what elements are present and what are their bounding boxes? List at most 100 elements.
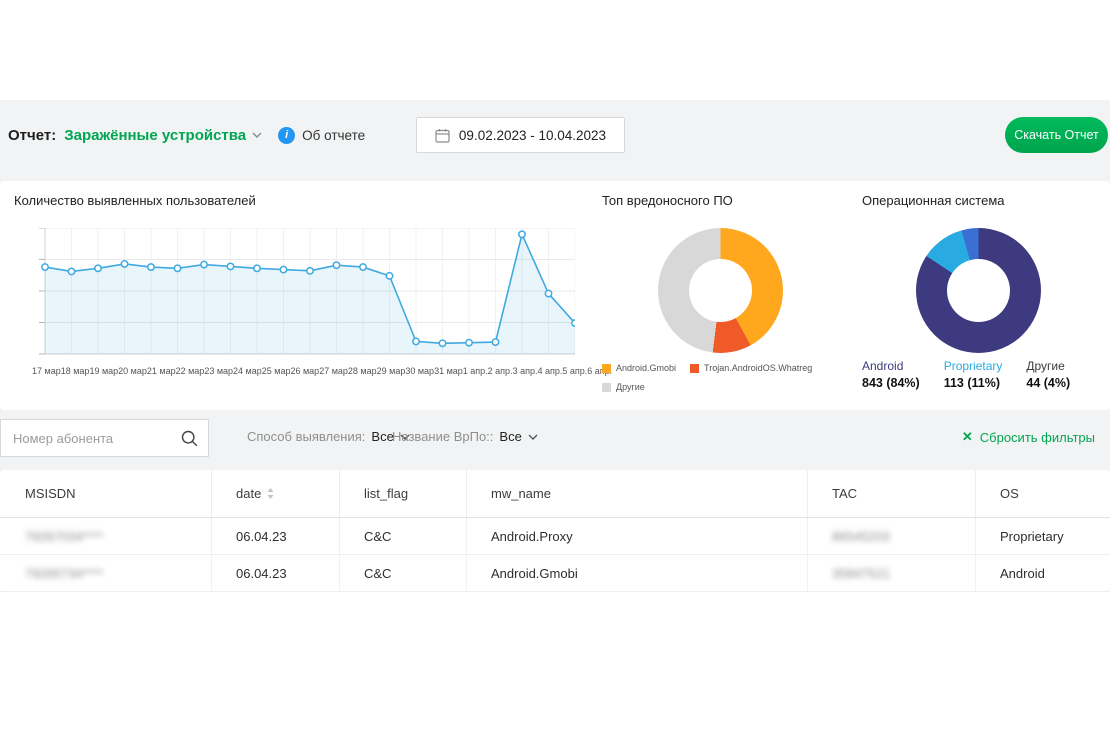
cell-os: Proprietary (976, 518, 1110, 554)
chevron-down-icon (252, 132, 262, 138)
search-icon[interactable] (180, 429, 199, 448)
legend-label: Другие (616, 382, 645, 392)
malware-donut-chart (658, 228, 783, 353)
masked-msisdn: 79267034**** (25, 529, 103, 544)
cell-list-flag: C&C (340, 555, 467, 591)
column-header-label: mw_name (491, 486, 551, 501)
sort-icon (267, 488, 274, 499)
legend-label: Trojan.AndroidOS.Whatreg (704, 363, 812, 373)
os-stat-label: Proprietary (944, 359, 1003, 373)
column-header-label: date (236, 486, 261, 501)
x-axis-label: 22 мар (176, 366, 205, 376)
legend-item: Другие (602, 382, 645, 392)
reset-filters-label: Сбросить фильтры (980, 430, 1095, 445)
legend-label: Android.Gmobi (616, 363, 676, 373)
cell-date: 06.04.23 (212, 555, 340, 591)
filter-label: Способ выявления: (247, 429, 365, 444)
legend-swatch (602, 383, 611, 392)
x-axis-label: 5 апр. (562, 366, 587, 376)
chevron-down-icon (528, 434, 538, 440)
masked-msisdn: 79265734**** (25, 566, 103, 581)
x-axis-label: 2 апр. (488, 366, 513, 376)
x-axis-label: 24 мар (233, 366, 262, 376)
legend-item: Trojan.AndroidOS.Whatreg (690, 363, 812, 373)
table-row: 79265734**** 06.04.23 C&C Android.Gmobi … (0, 555, 1110, 592)
column-header-list-flag: list_flag (340, 470, 467, 517)
x-axis-label: 30 мар (405, 366, 434, 376)
column-header-label: list_flag (364, 486, 408, 501)
malware-legend: Android.Gmobi Trojan.AndroidOS.Whatreg Д… (602, 363, 840, 392)
x-axis-label: 23 мар (204, 366, 233, 376)
x-axis-label: 26 мар (290, 366, 319, 376)
charts-card: Количество выявленных пользователей 17 м… (0, 181, 1110, 410)
column-header-label: TAC (832, 486, 857, 501)
detection-method-filter[interactable]: Способ выявления: Все (247, 429, 410, 444)
table-header-row: MSISDN date list_flag mw_name TAC OS (0, 470, 1110, 518)
x-axis-label: 21 мар (147, 366, 176, 376)
column-header-msisdn: MSISDN (0, 470, 212, 517)
x-axis-label: 27 мар (319, 366, 348, 376)
cell-tac: 86545203 (808, 518, 976, 554)
os-stat: Другие 44 (4%) (1026, 359, 1070, 390)
x-axis-label: 1 апр. (463, 366, 488, 376)
os-stat-value: 44 (4%) (1026, 376, 1070, 390)
infected-devices-table: MSISDN date list_flag mw_name TAC OS 792… (0, 470, 1110, 592)
cell-msisdn: 79265734**** (0, 555, 212, 591)
os-donut-chart (916, 228, 1041, 353)
os-stat: Android 843 (84%) (862, 359, 920, 390)
date-range-value: 09.02.2023 - 10.04.2023 (459, 128, 606, 143)
column-header-mw-name: mw_name (467, 470, 808, 517)
x-axis-label: 18 мар (61, 366, 90, 376)
os-stat: Proprietary 113 (11%) (944, 359, 1003, 390)
x-axis-label: 29 мар (377, 366, 406, 376)
reset-filters-button[interactable]: ✕ Сбросить фильтры (962, 429, 1095, 445)
x-axis-label: 20 мар (118, 366, 147, 376)
cell-msisdn: 79267034**** (0, 518, 212, 554)
x-axis-label: 17 мар (32, 366, 61, 376)
column-header-date[interactable]: date (212, 470, 340, 517)
os-chart-title: Операционная система (862, 193, 1005, 208)
masked-tac: 35847521 (832, 566, 890, 581)
filter-value: Все (499, 429, 521, 444)
column-header-label: OS (1000, 486, 1019, 501)
os-stat-label: Android (862, 359, 920, 373)
filter-value: Все (371, 429, 393, 444)
x-axis-label: 31 мар (434, 366, 463, 376)
legend-swatch (602, 364, 611, 373)
report-label: Отчет: (8, 127, 56, 144)
date-range-picker[interactable]: 09.02.2023 - 10.04.2023 (416, 117, 625, 153)
os-stat-value: 113 (11%) (944, 376, 1003, 390)
x-axis-label: 19 мар (89, 366, 118, 376)
download-report-button[interactable]: Скачать Отчет (1005, 117, 1108, 153)
line-chart-title: Количество выявленных пользователей (14, 193, 256, 208)
x-axis-label: 28 мар (348, 366, 377, 376)
search-input[interactable] (1, 420, 208, 456)
about-report-link[interactable]: Об отчете (302, 128, 365, 143)
report-name: Заражённые устройства (64, 127, 246, 144)
info-icon[interactable]: i (278, 127, 295, 144)
x-axis-label: 3 апр. (513, 366, 538, 376)
x-axis-labels: 17 мар18 мар19 мар20 мар21 мар22 мар23 м… (32, 366, 588, 376)
line-chart (37, 228, 575, 358)
close-icon: ✕ (962, 429, 973, 445)
cell-date: 06.04.23 (212, 518, 340, 554)
calendar-icon (435, 128, 450, 143)
cell-list-flag: C&C (340, 518, 467, 554)
cell-os: Android (976, 555, 1110, 591)
search-box (0, 419, 209, 457)
table-row: 79267034**** 06.04.23 C&C Android.Proxy … (0, 518, 1110, 555)
malware-chart-title: Топ вредоносного ПО (602, 193, 733, 208)
malware-name-filter[interactable]: Название ВрПо:: Все (392, 429, 538, 444)
column-header-tac: TAC (808, 470, 976, 517)
column-header-os: OS (976, 470, 1110, 517)
report-selector[interactable]: Заражённые устройства (64, 127, 262, 144)
masked-tac: 86545203 (832, 529, 890, 544)
legend-swatch (690, 364, 699, 373)
x-axis-label: 25 мар (262, 366, 291, 376)
filter-label: Название ВрПо:: (392, 429, 493, 444)
cell-mw-name: Android.Proxy (467, 518, 808, 554)
cell-mw-name: Android.Gmobi (467, 555, 808, 591)
os-stat-value: 843 (84%) (862, 376, 920, 390)
x-axis-label: 4 апр. (537, 366, 562, 376)
report-header: Отчет: Заражённые устройства i Об отчете (8, 119, 365, 151)
